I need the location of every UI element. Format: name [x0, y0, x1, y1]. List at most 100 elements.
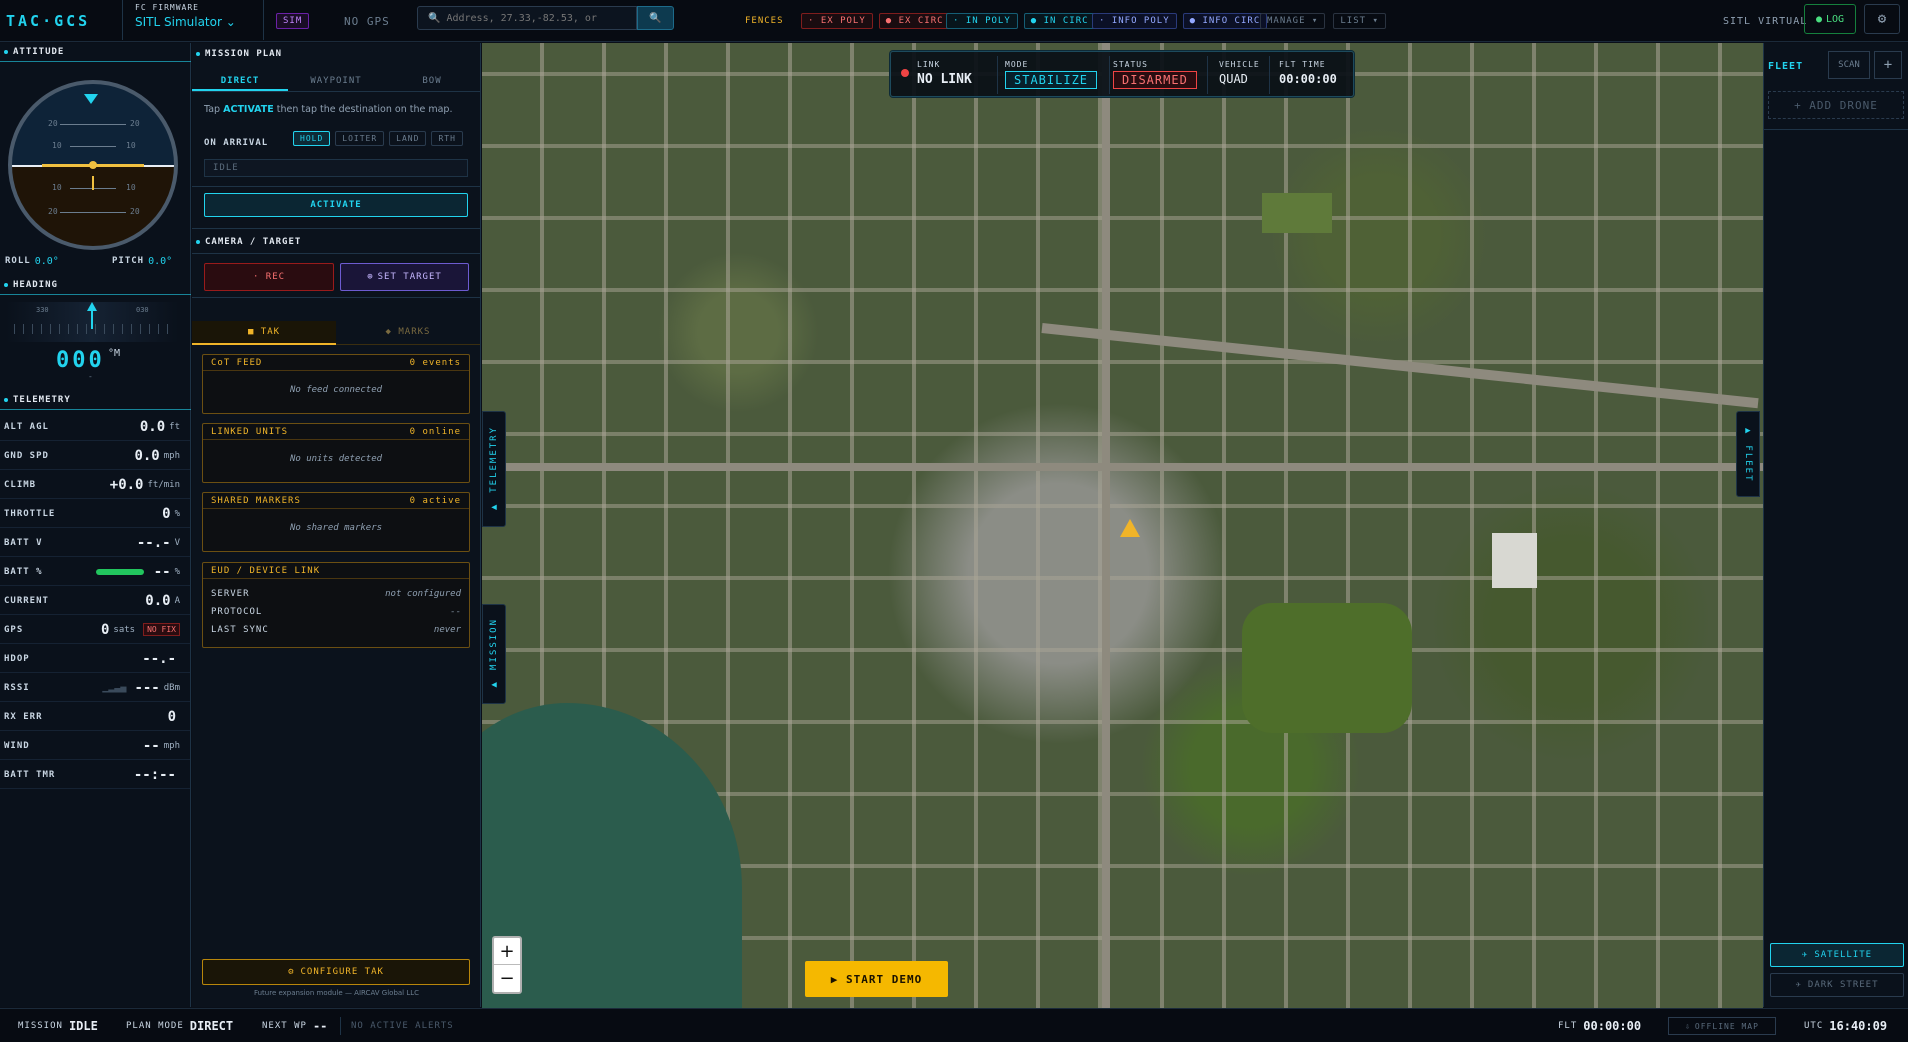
tak-card: SHARED MARKERS 0 active No shared markers: [202, 492, 470, 552]
tab-marks[interactable]: ◆ MARKS: [336, 321, 480, 345]
mission-drawer-toggle[interactable]: ▶ MISSION: [482, 604, 506, 704]
fence-in-poly-button[interactable]: · IN POLY: [946, 13, 1018, 29]
search-box[interactable]: 🔍: [417, 6, 637, 30]
fc-firmware-selector[interactable]: FC FIRMWARE SITL Simulator ⌄: [122, 0, 264, 40]
fence-info-circ-button[interactable]: ● INFO CIRC: [1182, 13, 1268, 29]
fc-firmware-value: SITL Simulator: [135, 15, 222, 29]
fleet-title: FLEET: [1768, 61, 1804, 72]
manage-dropdown[interactable]: MANAGE ▾: [1260, 13, 1326, 29]
heading-section: HEADING 330 030 000 °M -: [0, 276, 191, 381]
eud-row-label: PROTOCOL: [211, 607, 263, 617]
fc-firmware-label: FC FIRMWARE: [135, 3, 199, 12]
link-value: NO LINK: [917, 72, 972, 87]
on-arrival-label: ON ARRIVAL: [204, 138, 269, 148]
telemetry-label: CLIMB: [4, 479, 37, 490]
set-target-button[interactable]: ⊕ SET TARGET: [340, 263, 469, 291]
aircraft-reference-icon: [89, 161, 97, 169]
telemetry-unit: sats: [113, 624, 136, 635]
tab-tak[interactable]: ■ TAK: [192, 321, 336, 345]
diamond-icon: ◆: [385, 327, 392, 337]
zoom-out-button[interactable]: −: [494, 965, 520, 992]
search-input[interactable]: [446, 12, 627, 24]
battery-bar: [95, 568, 144, 575]
scan-button[interactable]: SCAN: [1828, 51, 1870, 79]
settings-button[interactable]: ⚙: [1864, 4, 1900, 34]
arrival-rth-button[interactable]: RTH: [431, 131, 463, 146]
activate-button[interactable]: ACTIVATE: [204, 193, 468, 217]
tak-card-count: 0 active: [409, 495, 461, 506]
telemetry-value: --: [153, 563, 171, 580]
mission-plan-panel: MISSION PLAN DIRECT WAYPOINT BOW Tap ACT…: [192, 43, 481, 1007]
gps-fix-badge: NO FIX: [143, 623, 180, 636]
telemetry-value: 0.0: [134, 447, 160, 464]
next-waypoint-status: NEXT WP --: [262, 1019, 328, 1033]
fence-info-poly-button[interactable]: · INFO POLY: [1092, 13, 1177, 29]
telemetry-drawer-toggle[interactable]: ▶ TELEMETRY: [482, 411, 506, 527]
telemetry-label: RX ERR: [4, 711, 43, 722]
fence-in-circ-button[interactable]: ● IN CIRC: [1023, 13, 1096, 29]
flight-time: 00:00:00: [1279, 72, 1337, 86]
arrival-hold-button[interactable]: HOLD: [293, 131, 331, 146]
satellite-map[interactable]: LINK NO LINK MODE STABILIZE STATUS DISAR…: [482, 43, 1763, 1008]
offline-map-button[interactable]: ⇩ OFFLINE MAP: [1668, 1017, 1776, 1035]
tak-card-title: CoT FEED: [211, 357, 263, 368]
vehicle-status-bar: LINK NO LINK MODE STABILIZE STATUS DISAR…: [890, 51, 1354, 97]
telemetry-label: HDOP: [4, 653, 30, 664]
fleet-drawer-toggle[interactable]: ▶ FLEET: [1736, 411, 1760, 497]
telemetry-value: --.-: [136, 534, 171, 551]
zoom-in-button[interactable]: +: [494, 938, 520, 965]
mission-plan-header: MISSION PLAN: [192, 43, 480, 65]
link-status-dot-icon: [901, 69, 909, 77]
fence-ex-circ-button[interactable]: ● EX CIRC: [878, 13, 951, 29]
start-demo-button[interactable]: ▶ START DEMO: [805, 961, 948, 997]
eud-row: SERVER not configured: [211, 585, 461, 603]
flight-mode-selector[interactable]: STABILIZE: [1005, 71, 1098, 89]
sitl-virtual-label: SITL VIRTUAL: [1723, 15, 1808, 27]
telemetry-unit: A: [174, 595, 180, 606]
telemetry-value: --.-: [142, 650, 176, 667]
chevron-down-icon: ⌄: [225, 15, 236, 29]
square-icon: ■: [247, 327, 255, 337]
tak-card-title: LINKED UNITS: [211, 426, 289, 437]
arrival-loiter-button[interactable]: LOITER: [335, 131, 385, 146]
add-drone-button[interactable]: + ADD DRONE: [1768, 91, 1904, 119]
tab-waypoint[interactable]: WAYPOINT: [288, 70, 384, 91]
telemetry-unit: mph: [163, 740, 180, 751]
fence-ex-poly-button[interactable]: · EX POLY: [801, 13, 873, 29]
search-button[interactable]: 🔍: [637, 6, 674, 30]
roll-pointer-icon: [84, 94, 98, 104]
telemetry-unit: dBm: [163, 682, 180, 693]
telemetry-label: RSSI: [4, 682, 30, 693]
configure-tak-button[interactable]: ⚙ CONFIGURE TAK: [202, 959, 470, 985]
map-icon: ✈: [1795, 980, 1802, 990]
fences-label: FENCES: [745, 16, 784, 26]
arrival-land-button[interactable]: LAND: [389, 131, 427, 146]
eud-row: LAST SYNC never: [211, 621, 461, 639]
home-marker-icon[interactable]: [1120, 519, 1140, 537]
arm-status-badge[interactable]: DISARMED: [1113, 71, 1197, 89]
eud-row-label: SERVER: [211, 589, 250, 599]
attitude-section-header: ATTITUDE: [0, 43, 190, 61]
telemetry-unit: ft/min: [147, 479, 180, 490]
telemetry-value: 0.0: [145, 592, 171, 609]
tab-bow[interactable]: BOW: [384, 70, 480, 91]
telemetry-unit: %: [174, 566, 180, 577]
telemetry-unit: %: [174, 508, 180, 519]
add-fleet-button[interactable]: +: [1874, 51, 1902, 79]
log-button[interactable]: ● LOG: [1804, 4, 1856, 34]
flight-time-status: FLT 00:00:00: [1558, 1019, 1642, 1033]
satellite-layer-button[interactable]: ✈ SATELLITE: [1770, 943, 1904, 967]
dark-street-layer-button[interactable]: ✈ DARK STREET: [1770, 973, 1904, 997]
list-dropdown[interactable]: LIST ▾: [1333, 13, 1386, 29]
roll-readout: ROLL 0.0°: [5, 256, 59, 267]
telemetry-row: RX ERR 0: [0, 703, 190, 731]
telemetry-label: BATT %: [4, 566, 43, 577]
record-button[interactable]: · REC: [204, 263, 334, 291]
search-icon: 🔍: [649, 12, 662, 24]
mission-tabs: DIRECT WAYPOINT BOW: [192, 70, 481, 92]
tak-card: CoT FEED 0 events No feed connected: [202, 354, 470, 414]
tak-card-count: 0 events: [409, 357, 461, 368]
tab-direct[interactable]: DIRECT: [192, 70, 288, 91]
telemetry-row: ALT AGL 0.0 ft: [0, 413, 190, 441]
telemetry-value: +0.0: [109, 476, 144, 493]
